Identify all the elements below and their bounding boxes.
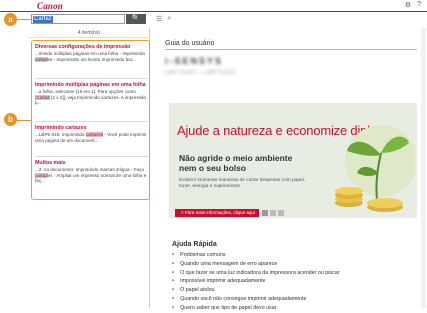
result-title[interactable]: Muitos mais: [35, 160, 148, 166]
search-results-panel: 4 item(ns) Diversas configurações de imp…: [28, 28, 150, 308]
result-item[interactable]: Diversas configurações de impressão ...i…: [35, 44, 148, 62]
product-submodel: LBP7018C / LBP7010C: [165, 70, 237, 76]
banner-pager-dot[interactable]: [262, 210, 268, 216]
banner-pager-dot[interactable]: [270, 210, 276, 216]
result-snippet: ...2: no documento: Imprimindo marcas d'…: [35, 167, 147, 184]
product-model: i-SENSYS: [165, 56, 224, 66]
header-divider: [0, 11, 427, 12]
help-icon[interactable]: ?: [417, 1, 421, 9]
content-scrollbar[interactable]: [421, 28, 426, 308]
result-snippet: ...a folha, selecione [16 em 1]. Para op…: [35, 89, 147, 106]
banner-description: Existem inúmeras maneiras de cortar desp…: [179, 178, 306, 189]
top-bar: Canon ⚙ ?: [0, 0, 427, 11]
banner-pager-dot[interactable]: [278, 210, 284, 216]
search-icon: 🔍: [131, 15, 141, 22]
guide-title: Guia do usuário: [165, 40, 215, 47]
results-count: 4 item(ns): [28, 28, 150, 38]
banner-pager: [262, 210, 284, 216]
search-button[interactable]: 🔍: [126, 14, 146, 24]
pane-toolbar: ☰ ⌕: [156, 15, 171, 23]
result-highlight: Cartaz: [36, 94, 50, 100]
result-item[interactable]: Imprimindo múltiplas páginas em uma folh…: [35, 82, 148, 106]
banner-subtitle: Não agride o meio ambiente nem o seu bol…: [179, 153, 293, 173]
banner-more-info-button[interactable]: > Para mais informações, clique aqui: [175, 209, 259, 217]
result-highlight: cartaz: [35, 172, 48, 178]
quick-help-link[interactable]: O papel atolou: [172, 286, 339, 295]
result-highlight: cartazes: [85, 132, 104, 137]
result-title[interactable]: Diversas configurações de impressão: [35, 44, 148, 50]
result-highlight: cartaz: [35, 56, 48, 62]
result-snippet: ...LBP6-018: Imprimindo cartazes - Você …: [35, 132, 147, 143]
quick-help-title: Ajuda Rápida: [172, 241, 217, 248]
result-title[interactable]: Imprimindo múltiplas páginas em uma folh…: [35, 82, 148, 88]
menu-icon[interactable]: ☰: [156, 15, 162, 23]
result-title[interactable]: Imprimindo cartazes: [35, 125, 148, 131]
result-item[interactable]: Imprimindo cartazes ...LBP6-018: Imprimi…: [35, 125, 148, 143]
callout-a: a: [4, 13, 17, 26]
search-input-value: Cartaz: [33, 16, 53, 23]
eco-banner: Ajude a natureza e economize dinheiro Nã…: [169, 103, 417, 218]
quick-help-link[interactable]: Impossível imprimir adequadamente: [172, 277, 339, 286]
quick-help-link[interactable]: Quando uma mensagem de erro aparece: [172, 260, 339, 269]
top-icons: ⚙ ?: [405, 1, 421, 9]
result-divider: [35, 156, 148, 157]
search-input[interactable]: Cartaz: [31, 14, 125, 24]
result-snippet: ...imindo múltiplas páginas em uma folha…: [35, 51, 146, 62]
plant-coins-illustration: [335, 125, 415, 212]
results-list: Diversas configurações de impressão ...i…: [31, 40, 150, 200]
product-name-blurred: i-SENSYS LBP7018C / LBP7010C: [165, 56, 265, 86]
gear-icon[interactable]: ⚙: [405, 1, 411, 9]
result-divider: [35, 78, 148, 79]
result-divider: [35, 121, 148, 122]
canon-logo: Canon: [37, 1, 64, 11]
result-item[interactable]: Muitos mais ...2: no documento: Imprimin…: [35, 160, 148, 184]
guide-title-divider: [165, 49, 417, 50]
quick-help-link[interactable]: Problemas comuns: [172, 251, 339, 260]
quick-help-link[interactable]: Quero saber que tipo de papel devo usar: [172, 304, 339, 313]
search-icon[interactable]: ⌕: [167, 15, 171, 23]
callout-a-line: [17, 19, 31, 20]
quick-help-link[interactable]: O que fazer se uma luz indicadora da imp…: [172, 269, 339, 278]
quick-help-link[interactable]: Quando você não consegue imprimir adequa…: [172, 295, 339, 304]
quick-help-list: Problemas comuns Quando uma mensagem de …: [172, 251, 339, 313]
callout-b: b: [4, 113, 17, 126]
